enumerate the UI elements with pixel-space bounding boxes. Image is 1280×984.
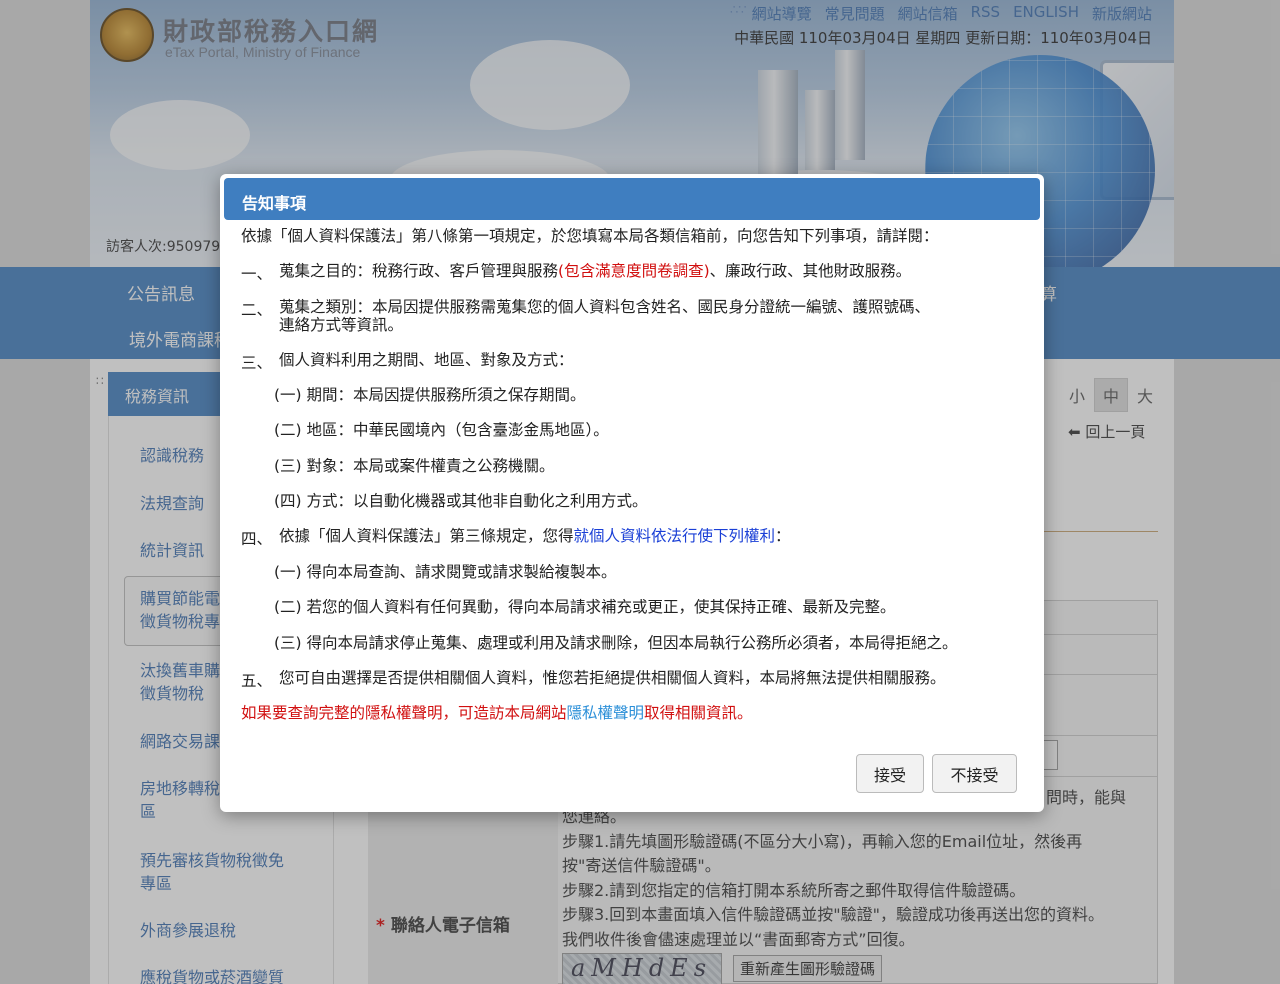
section-4-highlight: 就個人資料依法行使下列權利 — [573, 527, 776, 545]
section-1-text-end: 、廉政行政、其他財政服務。 — [709, 262, 912, 280]
section-4-item-3: (三) 得向本局請求停止蒐集、處理或利用及請求刪除，但因本局執行公務所必須者，本… — [274, 634, 958, 652]
privacy-footer-text-end: 取得相關資訊。 — [644, 704, 753, 722]
notice-dialog: 告知事項 依據「個人資料保護法」第八條第一項規定，於您填寫本局各類信箱前，向您告… — [220, 174, 1044, 812]
accept-button[interactable]: 接受 — [856, 754, 924, 793]
section-4: 依據「個人資料保護法」第三條規定，您得就個人資料依法行使下列權利： — [279, 527, 791, 546]
dialog-title: 告知事項 — [242, 194, 307, 213]
privacy-footer: 如果要查詢完整的隱私權聲明，可造訪本局網站隱私權聲明取得相關資訊。 — [241, 704, 753, 723]
section-1-text: 蒐集之目的：稅務行政、客戶管理與服務 — [279, 262, 559, 280]
section-3-item-3: (三) 對象：本局或案件權責之公務機關。 — [274, 457, 555, 475]
section-3-item-2: (二) 地區：中華民國境內（包含臺澎金馬地區）。 — [274, 421, 609, 439]
dialog-intro: 依據「個人資料保護法」第八條第一項規定，於您填寫本局各類信箱前，向您告知下列事項… — [241, 227, 939, 245]
section-5: 您可自由選擇是否提供相關個人資料，惟您若拒絕提供相關個人資料，本局將無法提供相關… — [279, 669, 946, 687]
section-4-text: 依據「個人資料保護法」第三條規定，您得 — [279, 527, 574, 545]
section-number: 一、 — [241, 265, 273, 283]
section-2-line2: 連絡方式等資訊。 — [279, 316, 404, 334]
page: 財政部稅務入口網 eTax Portal, Ministry of Financ… — [0, 0, 1280, 984]
decline-button[interactable]: 不接受 — [932, 754, 1017, 793]
section-4-text-end: ： — [775, 527, 791, 545]
section-number: 五、 — [241, 672, 273, 690]
section-number: 三、 — [241, 354, 273, 372]
section-3-item-1: (一) 期間：本局因提供服務所須之保存期間。 — [274, 386, 586, 404]
privacy-footer-text: 如果要查詢完整的隱私權聲明，可造訪本局網站 — [241, 704, 567, 722]
section-1-highlight: (包含滿意度問卷調查) — [558, 262, 710, 280]
section-1: 蒐集之目的：稅務行政、客戶管理與服務(包含滿意度問卷調查)、廉政行政、其他財政服… — [279, 262, 911, 281]
privacy-policy-link[interactable]: 隱私權聲明 — [567, 704, 645, 722]
section-4-item-2: (二) 若您的個人資料有任何異動，得向本局請求補充或更正，使其保持正確、最新及完… — [274, 598, 896, 616]
section-4-item-1: (一) 得向本局查詢、請求閱覽或請求製給複製本。 — [274, 563, 617, 581]
section-3: 個人資料利用之期間、地區、對象及方式： — [279, 351, 574, 369]
section-3-item-4: (四) 方式：以自動化機器或其他非自動化之利用方式。 — [274, 492, 648, 510]
section-number: 四、 — [241, 530, 273, 548]
section-2-line1: 蒐集之類別：本局因提供服務需蒐集您的個人資料包含姓名、國民身分證統一編號、護照號… — [279, 298, 931, 316]
section-number: 二、 — [241, 301, 273, 319]
dialog-header: 告知事項 — [224, 178, 1040, 220]
